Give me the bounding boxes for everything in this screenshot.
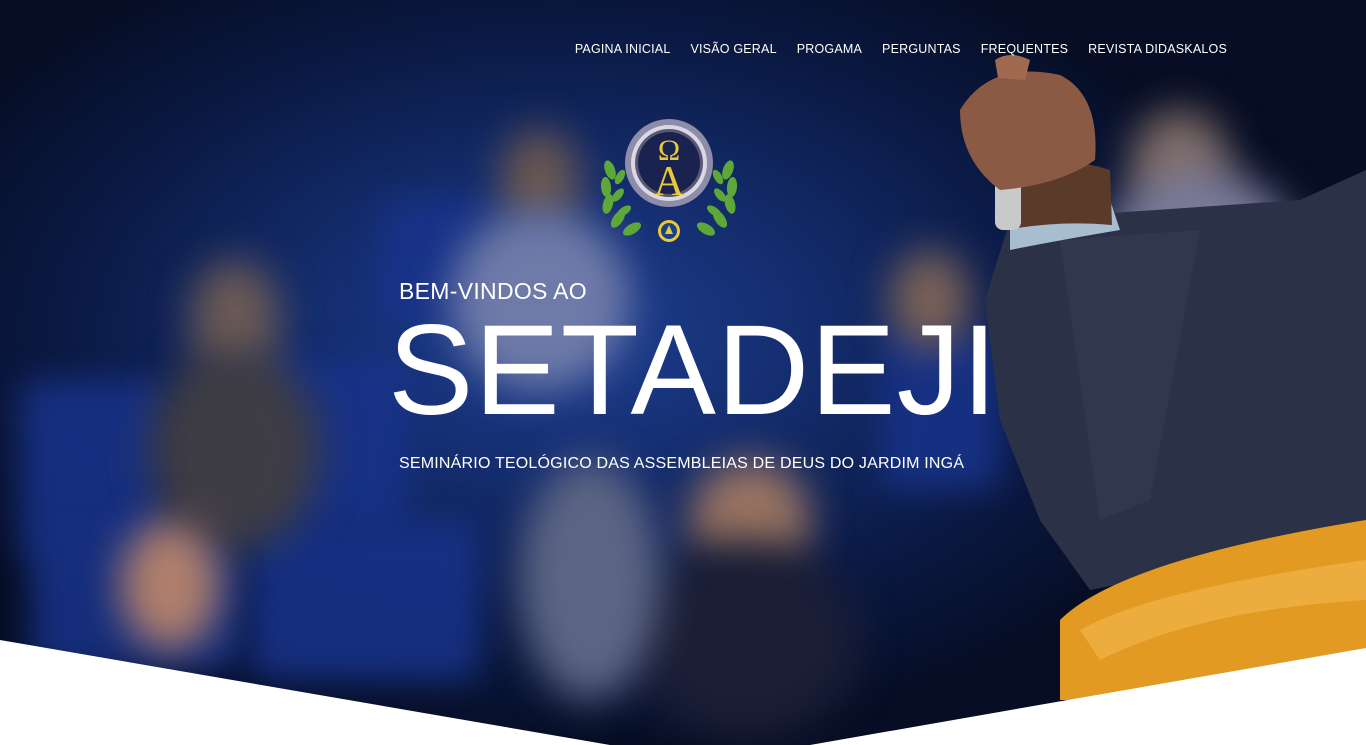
nav-item-programa[interactable]: PROGAMA xyxy=(797,42,862,56)
nav-item-pagina-inicial[interactable]: PAGINA INICIAL xyxy=(575,42,671,56)
seminary-logo[interactable]: Ω A xyxy=(596,115,742,249)
nav-item-visao-geral[interactable]: VISÃO GERAL xyxy=(690,42,776,56)
nav-item-frequentes[interactable]: FREQUENTES xyxy=(981,42,1068,56)
nav-item-revista-didaskalos[interactable]: REVISTA DIDASKALOS xyxy=(1088,42,1227,56)
main-navigation: PAGINA INICIAL VISÃO GERAL PROGAMA PERGU… xyxy=(555,42,1227,56)
nav-item-perguntas[interactable]: PERGUNTAS xyxy=(882,42,961,56)
site-title: SETADEJI xyxy=(388,299,999,442)
site-subtitle: SEMINÁRIO TEOLÓGICO DAS ASSEMBLEIAS DE D… xyxy=(399,455,965,472)
alpha-letter-icon: A xyxy=(654,159,685,205)
